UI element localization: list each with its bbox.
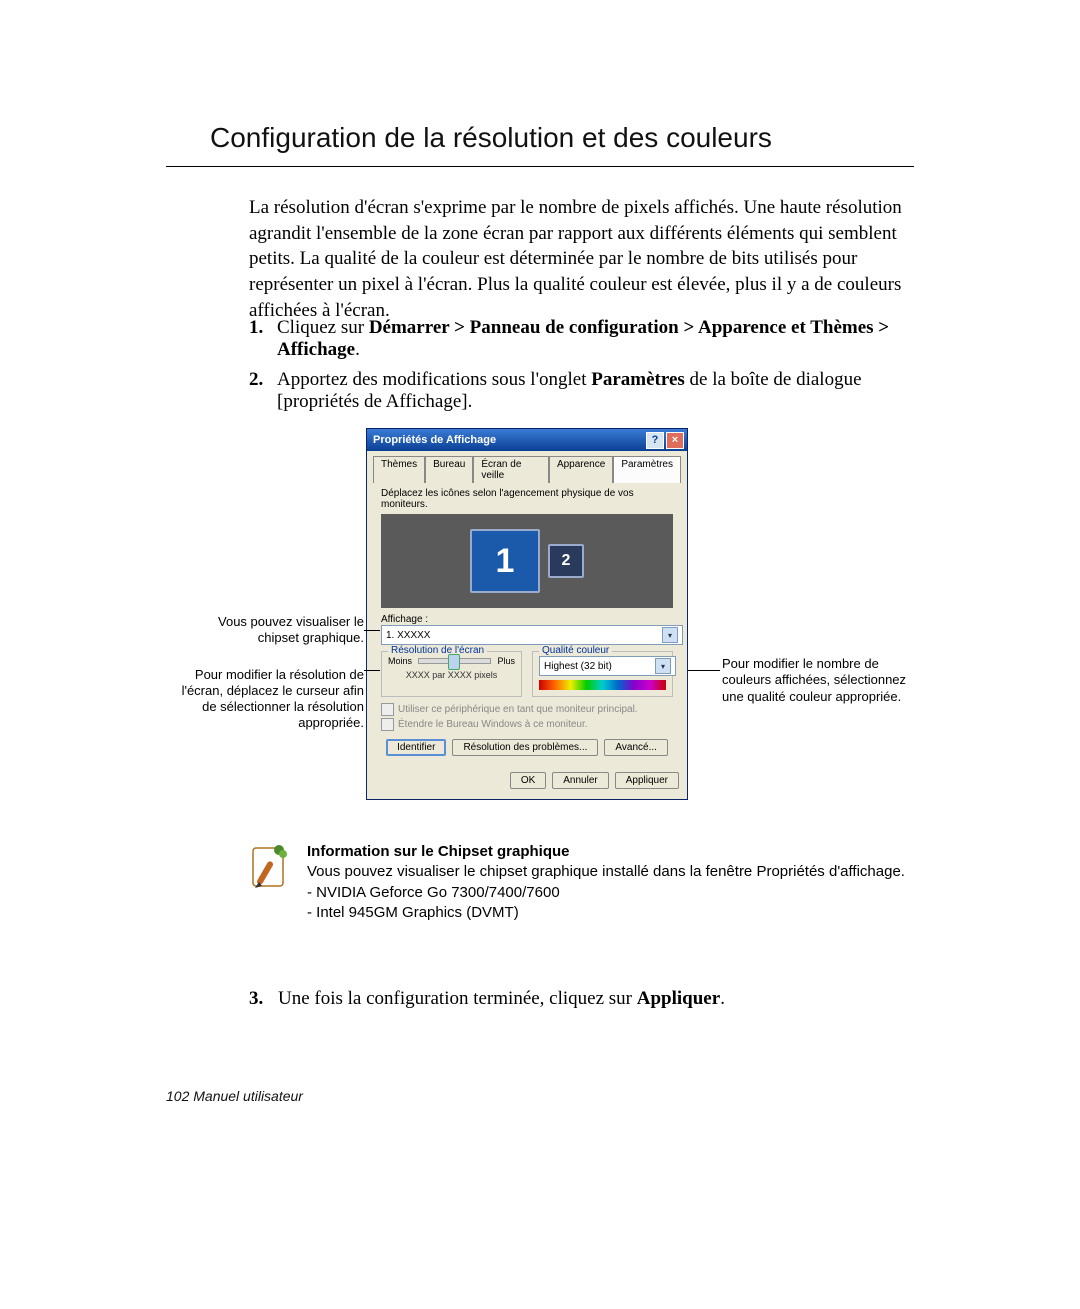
troubleshoot-button[interactable]: Résolution des problèmes... [452,739,598,756]
display-label: Affichage : [381,614,673,625]
ok-button[interactable]: OK [510,772,546,789]
step-3: 3. Une fois la configuration terminée, c… [249,988,909,1010]
advanced-button[interactable]: Avancé... [604,739,668,756]
info-line-2: - Intel 945GM Graphics (DVMT) [307,903,905,923]
note-icon [249,842,289,923]
checkbox-icon [381,703,394,716]
resolution-max-label: Plus [497,656,515,666]
checkbox-group: Utiliser ce périphérique en tant que mon… [381,703,673,731]
slider-thumb[interactable] [448,654,460,670]
monitor-2-icon[interactable]: 2 [548,544,584,578]
chevron-down-icon[interactable]: ▾ [655,658,671,674]
resolution-legend: Résolution de l'écran [388,645,487,656]
info-heading: Information sur le Chipset graphique [307,842,905,862]
annotation-color-quality: Pour modifier le nombre de couleurs affi… [722,656,912,705]
annotation-chipset: Vous pouvez visualiser le chipset graphi… [174,614,364,647]
checkbox-icon [381,718,394,731]
annotation-leader-line [688,670,720,671]
tab-ecran-de-veille[interactable]: Écran de veille [473,456,549,483]
annotation-right: Pour modifier le nombre de couleurs affi… [722,656,912,705]
info-note: Information sur le Chipset graphique Vou… [249,842,909,923]
step-2: 2. Apportez des modifications sous l'ong… [249,369,909,413]
display-select[interactable]: 1. XXXXX ▾ [381,625,683,645]
annotation-resolution: Pour modifier la résolution de l'écran, … [174,667,364,732]
title-rule [166,166,914,167]
step-bold: Appliquer [637,988,720,1009]
color-quality-select[interactable]: Highest (32 bit) ▾ [539,656,676,676]
display-selected-value: 1. XXXXX [386,630,430,641]
close-button[interactable]: × [666,432,684,449]
step-bold: Démarrer > Panneau de configuration > Ap… [277,317,889,360]
tab-row: Thèmes Bureau Écran de veille Apparence … [373,455,681,482]
resolution-min-label: Moins [388,656,412,666]
annotation-leader-line [364,670,380,671]
tab-parametres[interactable]: Paramètres [613,456,681,483]
primary-monitor-checkbox[interactable]: Utiliser ce périphérique en tant que mon… [381,703,673,716]
step-number: 3. [249,988,263,1009]
annotation-left: Vous pouvez visualiser le chipset graphi… [174,614,364,732]
color-spectrum-bar [539,680,666,690]
step-text: Cliquez sur [277,317,369,338]
step-text: Apportez des modifications sous l'onglet [277,369,591,390]
step-text: Une fois la configuration terminée, cliq… [278,988,637,1009]
apply-button[interactable]: Appliquer [615,772,679,789]
color-quality-fieldset: Qualité couleur Highest (32 bit) ▾ [532,651,673,697]
step-list: 1. Cliquez sur Démarrer > Panneau de con… [249,317,909,421]
arrange-hint: Déplacez les icônes selon l'agencement p… [381,488,673,510]
cancel-button[interactable]: Annuler [552,772,608,789]
monitor-arrangement[interactable]: 1 2 [381,514,673,608]
monitor-1-icon[interactable]: 1 [470,529,540,593]
step-number: 1. [249,317,263,339]
color-quality-legend: Qualité couleur [539,645,612,656]
dialog-titlebar[interactable]: Propriétés de Affichage ? × [367,429,687,451]
annotation-leader-line [364,630,380,631]
identify-button[interactable]: Identifier [386,739,446,756]
checkbox-label: Étendre le Bureau Windows à ce moniteur. [398,719,588,730]
tab-parametres-panel: Déplacez les icônes selon l'agencement p… [373,482,681,764]
color-quality-value: Highest (32 bit) [544,661,612,672]
step-number: 2. [249,369,263,391]
help-button[interactable]: ? [646,432,664,449]
step-bold: Paramètres [591,369,685,390]
resolution-slider[interactable] [418,658,491,664]
checkbox-label: Utiliser ce périphérique en tant que mon… [398,704,638,715]
tab-apparence[interactable]: Apparence [549,456,613,483]
extend-desktop-checkbox[interactable]: Étendre le Bureau Windows à ce moniteur. [381,718,673,731]
tab-bureau[interactable]: Bureau [425,456,473,483]
page-footer: 102 Manuel utilisateur [166,1088,303,1104]
step-post: . [355,339,360,360]
info-line-1: - NVIDIA Geforce Go 7300/7400/7600 [307,883,905,903]
tab-themes[interactable]: Thèmes [373,456,425,483]
chevron-down-icon[interactable]: ▾ [662,627,678,643]
step-post: . [720,988,725,1009]
display-properties-dialog: Propriétés de Affichage ? × Thèmes Burea… [366,428,688,800]
page-title: Configuration de la résolution et des co… [210,122,772,154]
info-body-text: Vous pouvez visualiser le chipset graphi… [307,862,905,882]
intro-paragraph: La résolution d'écran s'exprime par le n… [249,195,909,323]
resolution-value: XXXX par XXXX pixels [388,670,515,680]
resolution-fieldset: Résolution de l'écran Moins Plus XXXX pa… [381,651,522,697]
step-1: 1. Cliquez sur Démarrer > Panneau de con… [249,317,909,361]
dialog-title: Propriétés de Affichage [373,434,496,446]
